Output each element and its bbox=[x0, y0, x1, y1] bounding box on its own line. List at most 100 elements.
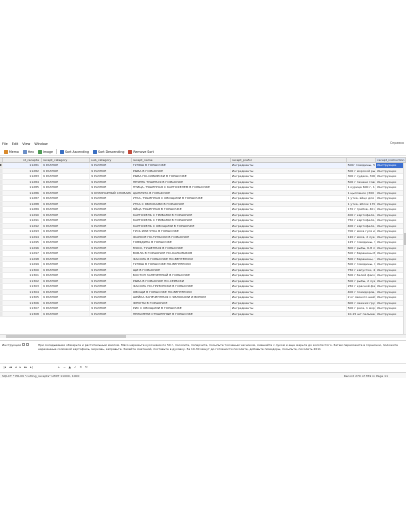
table-cell[interactable]: Ингредиенты bbox=[231, 163, 347, 168]
table-cell[interactable]: 9 РАЗНОЕ bbox=[90, 245, 132, 250]
table-cell[interactable]: ОВОЩИ В ГОРШОЧКЕ ПО-ВЕНГЕРСКИ bbox=[132, 289, 231, 294]
table-cell[interactable]: Ингредиенты bbox=[231, 185, 347, 190]
table-cell[interactable]: 11297 bbox=[3, 251, 42, 256]
table-cell[interactable]: КАРТОФЕЛЬ С ГРИБАМИ В ГОРШОЧКЕ bbox=[132, 218, 231, 223]
horizontal-scroll-thumb[interactable] bbox=[6, 335, 126, 338]
table-cell[interactable]: Ингредиенты bbox=[231, 223, 347, 228]
table-cell[interactable]: 11296 bbox=[3, 245, 42, 250]
column-header[interactable]: recept_category bbox=[42, 158, 91, 162]
data-grid[interactable]: id_recepta recept_category sub_category rec… bbox=[0, 157, 406, 334]
table-cell[interactable]: Ингредиенты bbox=[231, 306, 347, 311]
table-cell[interactable]: 9 РАЗНОЕ bbox=[42, 179, 91, 184]
table-cell[interactable]: 9 РАЗНОЕ bbox=[42, 300, 91, 305]
table-cell[interactable]: РЫБА В ГОРШОЧКЕ bbox=[132, 168, 231, 173]
table-cell[interactable]: 11304 bbox=[3, 289, 42, 294]
table-cell[interactable]: 1 утка, яйцо для жарения, картофель, мор… bbox=[347, 196, 377, 201]
table-cell[interactable]: 11305 bbox=[3, 295, 42, 300]
table-cell[interactable]: ЖАРКОЕ ПО-ТУЛЬСКИ В ГОРШОЧКЕ bbox=[132, 234, 231, 239]
table-cell[interactable]: 11291 bbox=[3, 218, 42, 223]
table-cell[interactable]: 120 г мяса, 2 луковицы, 1-2 ст картофеля… bbox=[347, 234, 377, 239]
nav-button-11[interactable]: ↻ bbox=[84, 365, 90, 369]
table-cell[interactable]: Инструкции bbox=[376, 185, 406, 190]
table-cell[interactable]: 9 РАЗНОЕ bbox=[42, 295, 91, 300]
table-cell[interactable]: Инструкции bbox=[376, 267, 406, 272]
table-cell[interactable]: 11285 bbox=[3, 185, 42, 190]
sort-ascending-button[interactable]: Sort Ascending bbox=[58, 149, 91, 155]
table-cell[interactable]: 9 РАЗНОЕ bbox=[90, 311, 132, 316]
table-cell[interactable]: 11294 bbox=[3, 234, 42, 239]
table-cell[interactable]: 9 РАЗНОЕ bbox=[42, 218, 91, 223]
table-cell[interactable]: Инструкции bbox=[376, 218, 406, 223]
table-cell[interactable]: Инструкции bbox=[376, 190, 406, 195]
table-cell[interactable]: 10-15 шт пельменей, 50 сметаны, 3 ст bbox=[347, 311, 377, 316]
table-cell[interactable]: Инструкции bbox=[376, 251, 406, 256]
table-cell[interactable]: 11301 bbox=[3, 273, 42, 278]
table-cell[interactable]: 170 г грибов, 40 г маслин, 60 г масла сл… bbox=[347, 207, 377, 212]
table-cell[interactable]: 9 РАЗНОЕ bbox=[42, 185, 91, 190]
detail-text[interactable]: При складывании обжарьте и растительным … bbox=[38, 343, 403, 351]
table-cell[interactable]: 9 РАЗНОЕ bbox=[42, 306, 91, 311]
table-cell[interactable]: Инструкции bbox=[376, 306, 406, 311]
table-cell[interactable]: Ингредиенты bbox=[231, 278, 347, 283]
table-cell[interactable]: Инструкции bbox=[376, 179, 406, 184]
table-cell[interactable]: Инструкции bbox=[376, 284, 406, 289]
table-cell[interactable]: 9 РАЗНОЕ bbox=[90, 234, 132, 239]
table-cell[interactable]: 9 РАЗНОЕ bbox=[90, 179, 132, 184]
table-cell[interactable]: РЫБА ПО-СИБИРСКИ В ГОРШОЧКЕ bbox=[132, 174, 231, 179]
table-cell[interactable]: 500 г белой фасоли, 250 г шпика или беко… bbox=[347, 273, 377, 278]
table-cell[interactable]: Ингредиенты bbox=[231, 273, 347, 278]
table-cell[interactable]: 2 кг свиного шейки без костей, 2 яблока, bbox=[347, 295, 377, 300]
table-cell[interactable]: 9 РАЗНОЕ bbox=[90, 256, 132, 261]
table-cell[interactable]: ШЕЙКА ЗАПЕЧЕНННАЯ С ЯБЛОКАМИ И ВИНОМ bbox=[132, 295, 231, 300]
table-cell[interactable]: 9 РАЗНОЕ bbox=[90, 284, 132, 289]
table-cell[interactable]: 11288 bbox=[3, 201, 42, 206]
detail-expand-button[interactable] bbox=[22, 343, 25, 346]
table-row[interactable]: 11308 9 РАЗНОЕ 9 РАЗНОЕ ПЕЛЬМЕНИ СТУШЕННЫЕ … bbox=[0, 311, 406, 317]
table-cell[interactable]: 11281 bbox=[3, 163, 42, 168]
table-cell[interactable]: 9 РАЗНОЕ bbox=[42, 278, 91, 283]
table-cell[interactable]: 1 курица 600 г, 1 кг картофеля, 700 г мо… bbox=[347, 185, 377, 190]
table-cell[interactable]: 11295 bbox=[3, 240, 42, 245]
table-cell[interactable]: МЯСО, ТУШЕННАЯ В ГОРШОЧКЕ bbox=[132, 245, 231, 250]
table-cell[interactable]: 9 РАЗНОЕ bbox=[42, 190, 91, 195]
table-cell[interactable]: Инструкции bbox=[376, 295, 406, 300]
table-cell[interactable]: 9 РАЗНОЕ bbox=[42, 289, 91, 294]
column-header[interactable]: recept_prefor bbox=[231, 158, 347, 162]
table-cell[interactable]: 500 г риса, 1 морковь, 1 петрушки, bbox=[347, 306, 377, 311]
table-cell[interactable]: 9 РАЗНОЕ bbox=[90, 223, 132, 228]
table-cell[interactable]: 9 РАЗНОЕ bbox=[90, 273, 132, 278]
table-cell[interactable]: 9 РАЗНОЕ bbox=[42, 256, 91, 261]
table-cell[interactable]: 400 г картофеля, 200 г грибов, 1 луковиц… bbox=[347, 212, 377, 217]
table-cell[interactable]: Ингредиенты bbox=[231, 168, 347, 173]
table-cell[interactable]: 9 РАЗНОЕ bbox=[90, 207, 132, 212]
column-header[interactable]: id_recepta bbox=[3, 158, 42, 162]
table-cell[interactable]: Ингредиенты bbox=[231, 212, 347, 217]
table-cell[interactable]: Инструкции bbox=[376, 196, 406, 201]
table-cell[interactable]: 1 утка, яблок 170 г грибы, 70 г белые, 5… bbox=[347, 201, 377, 206]
table-cell[interactable]: 125 г говядины, 30 г бульона, 30 г мяса,… bbox=[347, 240, 377, 245]
remove-sort-button[interactable]: Remove Sort bbox=[126, 149, 155, 155]
table-cell[interactable]: 9 РАЗНОЕ bbox=[90, 163, 132, 168]
table-cell[interactable]: ВОБЛА В ГОРШОЧКЕ ПО-КАЛЬМЫКОВ bbox=[132, 251, 231, 256]
table-cell[interactable]: ЯЙЦА ТУШЕННАЯ В ГОРШОЧКЕ bbox=[132, 207, 231, 212]
table-cell[interactable]: Инструкции bbox=[376, 223, 406, 228]
table-cell[interactable]: 9 РАЗНОЕ bbox=[42, 174, 91, 179]
table-cell[interactable]: 9 РАЗНОЕ bbox=[42, 196, 91, 201]
table-cell[interactable]: 9 РАЗНОЕ bbox=[42, 245, 91, 250]
table-cell[interactable]: 9 РАЗНОЕ bbox=[90, 240, 132, 245]
column-header[interactable] bbox=[347, 158, 377, 162]
table-cell[interactable]: Инструкции bbox=[376, 289, 406, 294]
table-cell[interactable]: 11307 bbox=[3, 306, 42, 311]
table-cell[interactable]: БОСТОН ЗАПЕЧЕННЫЙ В ГОРШОЧКЕ bbox=[132, 273, 231, 278]
table-cell[interactable]: Инструкции bbox=[376, 163, 406, 168]
table-cell[interactable]: ФРУКТЫ В ГОРШОЧКЕ bbox=[132, 300, 231, 305]
image-button[interactable]: Image bbox=[36, 149, 55, 155]
table-cell[interactable]: 250 г красной фасоли, 2 луковицы, 3 ст bbox=[347, 284, 377, 289]
table-cell[interactable]: 9 РАЗНОЕ bbox=[90, 289, 132, 294]
table-cell[interactable]: УТКА С ЯБЛОКАМИ В ГОРШОЧКЕ bbox=[132, 201, 231, 206]
table-cell[interactable]: 9 РАЗНОЕ bbox=[90, 185, 132, 190]
table-cell[interactable]: Ингредиенты bbox=[231, 256, 347, 261]
table-cell[interactable]: 750 г картофеля, 500 г свежих грибов, 1 … bbox=[347, 218, 377, 223]
help-link[interactable]: Справка bbox=[390, 141, 404, 145]
table-cell[interactable]: 11298 bbox=[3, 256, 42, 261]
